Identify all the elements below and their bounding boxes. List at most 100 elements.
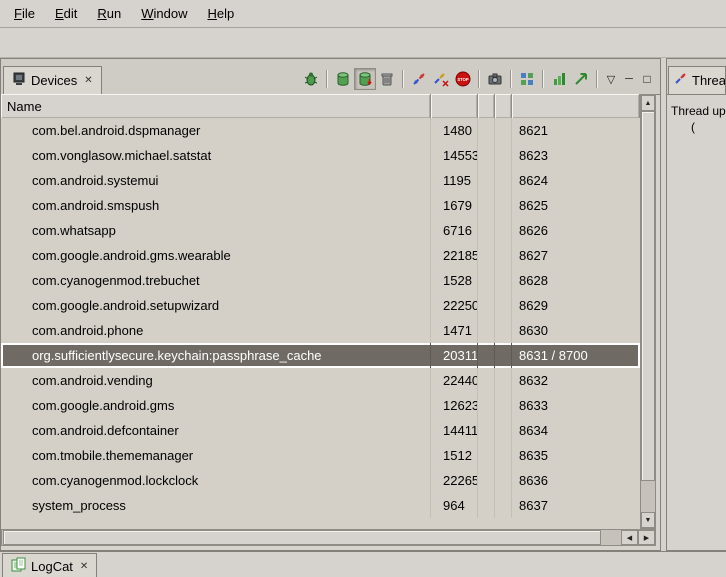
toolbar-separator <box>478 70 480 88</box>
process-pid-cell: 12623 <box>431 393 478 418</box>
process-port-cell: 8629 <box>512 293 640 318</box>
logcat-tab-icon <box>11 557 26 575</box>
indicator-cell <box>478 443 495 468</box>
scroll-right-icon[interactable]: ▶ <box>638 530 655 545</box>
process-port-cell: 8637 <box>512 493 640 518</box>
heap-icon[interactable] <box>332 68 354 90</box>
threads-message-line1: Thread up <box>671 103 726 119</box>
menu-file[interactable]: File <box>4 3 45 24</box>
process-name-cell: com.google.android.gms <box>1 393 431 418</box>
process-name-cell: com.android.vending <box>1 368 431 393</box>
process-port-cell: 8635 <box>512 443 640 468</box>
view-menu-icon[interactable]: ▽ <box>602 70 620 88</box>
scroll-left-icon[interactable]: ◀ <box>621 530 638 545</box>
indicator-cell <box>495 168 512 193</box>
scroll-down-icon[interactable]: ▼ <box>641 512 655 528</box>
indicator-cell <box>495 143 512 168</box>
hierarchy-view-icon[interactable] <box>516 68 538 90</box>
process-pid-cell: 1195 <box>431 168 478 193</box>
table-row[interactable]: com.whatsapp 6716 8626 <box>1 218 640 243</box>
vertical-scrollbar[interactable]: ▲ ▼ <box>640 94 656 529</box>
process-pid-cell: 22265 <box>431 468 478 493</box>
start-profiling-icon[interactable] <box>570 68 592 90</box>
tab-logcat[interactable]: LogCat ✕ <box>2 553 97 577</box>
menu-edit[interactable]: Edit <box>45 3 87 24</box>
tab-threads[interactable]: Threads <box>668 66 726 94</box>
menu-run[interactable]: Run <box>87 3 131 24</box>
indicator-cell <box>478 193 495 218</box>
threads-message-line2: ( <box>671 119 726 135</box>
screenshot-icon[interactable] <box>484 68 506 90</box>
threads-icon[interactable] <box>430 68 452 90</box>
indicator-cell <box>495 368 512 393</box>
table-row[interactable]: com.vonglasow.michael.satstat 14553 8623 <box>1 143 640 168</box>
table-row[interactable]: com.bel.android.dspmanager 1480 8621 <box>1 118 640 143</box>
process-pid-cell: 14553 <box>431 143 478 168</box>
indicator-cell <box>495 418 512 443</box>
scrollbar-thumb[interactable] <box>3 530 601 545</box>
table-row[interactable]: com.google.android.setupwizard 22250 862… <box>1 293 640 318</box>
process-port-cell: 8630 <box>512 318 640 343</box>
process-pid-cell: 964 <box>431 493 478 518</box>
tab-devices[interactable]: Devices ✕ <box>3 66 102 94</box>
table-row[interactable]: com.tmobile.thememanager 1512 8635 <box>1 443 640 468</box>
column-header[interactable] <box>478 94 495 118</box>
indicator-cell <box>495 118 512 143</box>
table-row[interactable]: com.android.defcontainer 14411 8634 <box>1 418 640 443</box>
table-row[interactable]: com.android.vending 22440 8632 <box>1 368 640 393</box>
bottom-tabbar: LogCat ✕ <box>0 551 726 577</box>
debug-icon[interactable] <box>300 68 322 90</box>
table-row[interactable]: com.cyanogenmod.trebuchet 1528 8628 <box>1 268 640 293</box>
process-name-cell: com.google.android.setupwizard <box>1 293 431 318</box>
indicator-cell <box>478 493 495 518</box>
table-row[interactable]: com.android.smspush 1679 8625 <box>1 193 640 218</box>
threads-view: Threads Thread up ( <box>666 58 726 551</box>
table-row[interactable]: com.google.android.gms.wearable 22185 86… <box>1 243 640 268</box>
table-row[interactable]: com.cyanogenmod.lockclock 22265 8636 <box>1 468 640 493</box>
table-row[interactable]: system_process 964 8637 <box>1 493 640 518</box>
close-icon[interactable]: ✕ <box>82 75 92 86</box>
process-port-cell: 8627 <box>512 243 640 268</box>
process-name-cell: com.cyanogenmod.lockclock <box>1 468 431 493</box>
menu-help[interactable]: Help <box>197 3 244 24</box>
scrollbar-thumb[interactable] <box>641 111 655 481</box>
process-port-cell: 8626 <box>512 218 640 243</box>
indicator-cell <box>495 193 512 218</box>
toolbar-separator <box>326 70 328 88</box>
indicator-cell <box>495 343 512 368</box>
stop-process-icon[interactable]: STOP <box>452 68 474 90</box>
main-toolbar <box>0 28 726 58</box>
devices-toolbar: STOP ▽ ─ □ <box>300 68 660 94</box>
table-row[interactable]: com.android.systemui 1195 8624 <box>1 168 640 193</box>
process-pid-cell: 22250 <box>431 293 478 318</box>
table-row[interactable]: com.android.phone 1471 8630 <box>1 318 640 343</box>
column-header[interactable] <box>495 94 512 118</box>
update-heap-icon[interactable] <box>354 68 376 90</box>
toolbar-separator <box>402 70 404 88</box>
process-name-cell: com.android.systemui <box>1 168 431 193</box>
update-threads-icon[interactable] <box>408 68 430 90</box>
table-row[interactable]: org.sufficientlysecure.keychain:passphra… <box>1 343 640 368</box>
menu-window[interactable]: Window <box>131 3 197 24</box>
column-header-pid[interactable] <box>431 94 478 118</box>
maximize-icon[interactable]: □ <box>638 70 656 88</box>
column-header-port[interactable] <box>512 94 640 118</box>
horizontal-scrollbar[interactable]: ◀ ▶ <box>1 529 656 546</box>
column-header-name[interactable]: Name <box>1 94 431 118</box>
tab-devices-label: Devices <box>31 73 77 88</box>
table-row[interactable]: com.google.android.gms 12623 8633 <box>1 393 640 418</box>
indicator-cell <box>478 468 495 493</box>
svg-text:STOP: STOP <box>457 77 469 82</box>
scroll-up-icon[interactable]: ▲ <box>641 95 655 111</box>
toolbar-separator <box>596 70 598 88</box>
threads-tabbar: Threads <box>667 59 726 95</box>
indicator-cell <box>478 243 495 268</box>
minimize-icon[interactable]: ─ <box>620 70 638 88</box>
process-pid-cell: 1679 <box>431 193 478 218</box>
process-port-cell: 8634 <box>512 418 640 443</box>
process-pid-cell: 1512 <box>431 443 478 468</box>
tab-threads-label: Threads <box>692 73 726 88</box>
method-profiling-icon[interactable] <box>548 68 570 90</box>
gc-icon[interactable] <box>376 68 398 90</box>
close-icon[interactable]: ✕ <box>78 561 88 572</box>
